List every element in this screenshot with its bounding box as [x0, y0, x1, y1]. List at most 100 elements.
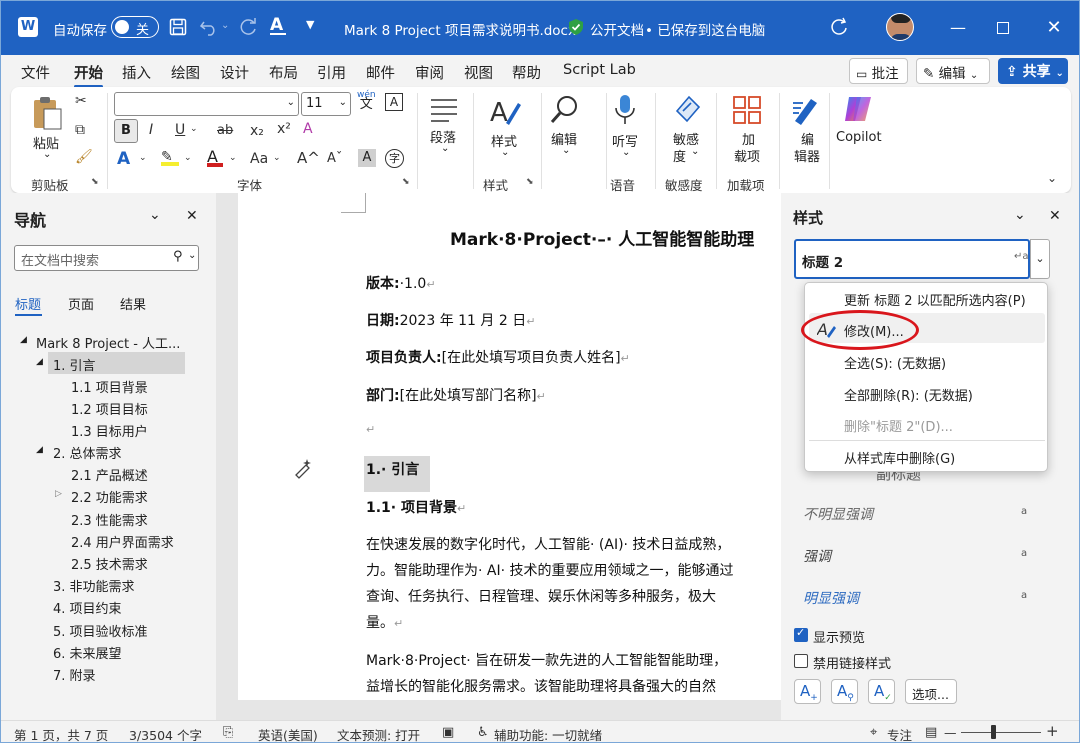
tab-insert[interactable]: 插入	[122, 62, 151, 83]
show-preview-checkbox[interactable]: ✓	[794, 626, 808, 642]
paragraph-icon[interactable]	[429, 97, 459, 123]
manage-styles-button[interactable]: A✓	[868, 679, 895, 704]
nav-item[interactable]: 4. 项目约束	[53, 598, 122, 617]
read-mode-icon[interactable]: ▤	[925, 725, 937, 740]
font-color-quick-icon[interactable]: A	[270, 15, 286, 35]
tab-help[interactable]: 帮助	[512, 62, 541, 83]
autosave-toggle[interactable]: 关	[111, 16, 159, 38]
clear-formatting-icon[interactable]: A	[303, 121, 313, 137]
sensitivity-label-2[interactable]: 度	[673, 146, 686, 165]
tab-review[interactable]: 审阅	[415, 62, 444, 83]
change-case-button[interactable]: Aa	[250, 151, 268, 167]
styles-icon[interactable]: A	[488, 95, 522, 127]
underline-dropdown-icon[interactable]: ⌄	[190, 124, 198, 134]
accessibility-icon[interactable]: ♿	[477, 725, 489, 740]
accessibility-status[interactable]: 辅助功能: 一切就绪	[494, 725, 602, 742]
chevron-down-icon[interactable]: ⌄	[149, 207, 161, 223]
bold-button[interactable]: B	[114, 119, 138, 143]
style-item-subtle-emphasis[interactable]: 不明显强调	[803, 504, 873, 524]
language[interactable]: 英语(美国)	[258, 725, 318, 742]
word-count[interactable]: 3/3504 个字	[129, 725, 202, 742]
nav-item[interactable]: 2.4 用户界面需求	[71, 532, 174, 551]
maximize-button[interactable]	[990, 15, 1016, 41]
nav-item[interactable]: 2.1 产品概述	[71, 465, 148, 484]
nav-item[interactable]: 2.3 性能需求	[71, 510, 148, 529]
editor-label-2[interactable]: 辑器	[794, 146, 820, 165]
subscript-button[interactable]: x₂	[250, 123, 264, 139]
nav-item-root[interactable]: Mark 8 Project - 人工...	[36, 333, 180, 352]
collapse-arrow-icon[interactable]: ◢	[36, 357, 43, 367]
copy-icon[interactable]: ⧉	[75, 122, 85, 138]
editor-icon[interactable]	[791, 95, 821, 125]
collapse-arrow-icon[interactable]: ◢	[20, 335, 27, 345]
nav-tab-pages[interactable]: 页面	[68, 294, 94, 313]
format-painter-icon[interactable]: 🖌	[75, 149, 93, 165]
new-style-button[interactable]: A+	[794, 679, 821, 704]
redo-icon[interactable]	[239, 17, 259, 37]
style-dropdown-button[interactable]: ⌄	[1030, 239, 1050, 279]
nav-item[interactable]: 2. 总体需求	[53, 443, 122, 462]
underline-button[interactable]: U	[175, 122, 185, 138]
menu-item-remove-all[interactable]: 全部删除(R): (无数据)	[844, 385, 973, 404]
italic-button[interactable]: I	[149, 122, 153, 138]
tab-file[interactable]: 文件	[21, 62, 50, 83]
phonetic-guide-icon[interactable]: wén 文	[357, 90, 376, 111]
save-icon[interactable]	[169, 18, 187, 36]
zoom-slider-thumb[interactable]	[991, 725, 996, 739]
user-avatar[interactable]	[886, 13, 914, 41]
focus-icon[interactable]: ⌖	[870, 725, 877, 740]
expand-arrow-icon[interactable]: ▷	[55, 489, 62, 499]
nav-item[interactable]: 1.1 项目背景	[71, 377, 148, 396]
font-color-dropdown-icon[interactable]: ⌄	[229, 153, 237, 163]
text-prediction[interactable]: 文本预测: 打开	[337, 725, 420, 742]
nav-tab-results[interactable]: 结果	[120, 294, 146, 313]
nav-item[interactable]: 1.2 项目目标	[71, 399, 148, 418]
minimize-button[interactable]: —	[945, 15, 971, 41]
chevron-down-icon[interactable]: ⌄	[188, 250, 196, 261]
nav-search-input[interactable]: 在文档中搜索 ⚲ ⌄	[14, 245, 199, 271]
tab-view[interactable]: 视图	[464, 62, 493, 83]
paste-chevron-icon[interactable]: ⌄	[43, 149, 51, 160]
nav-item[interactable]: 5. 项目验收标准	[53, 621, 148, 640]
document-page[interactable]: Mark·8·Project·–· 人工智能智能助理 版本:·1.0↵ 日期:2…	[238, 193, 781, 700]
nav-item-intro[interactable]: 1. 引言	[53, 355, 96, 374]
tab-home[interactable]: 开始	[74, 62, 103, 88]
copilot-icon[interactable]	[841, 93, 875, 125]
focus-label[interactable]: 专注	[887, 725, 912, 742]
nav-item[interactable]: 6. 未来展望	[53, 643, 122, 662]
highlight-color-icon[interactable]: ✎	[161, 149, 179, 166]
font-size-box[interactable]: 11 ⌄	[301, 92, 351, 116]
nav-tab-headings[interactable]: 标题	[15, 294, 41, 313]
share-button[interactable]: ⇪ 共享 ⌄	[998, 58, 1068, 84]
current-style-box[interactable]: 标题 2 ↵a	[794, 239, 1030, 279]
character-border-icon[interactable]: A	[385, 93, 403, 111]
undo-dropdown-icon[interactable]: ⌄	[221, 20, 229, 31]
comments-button[interactable]: ▭ 批注	[849, 58, 908, 84]
enclose-characters-icon[interactable]: 字	[385, 149, 404, 168]
microphone-icon[interactable]	[613, 93, 637, 127]
editing-chevron-icon[interactable]: ⌄	[562, 145, 570, 156]
proofing-icon[interactable]: ⎘	[223, 725, 233, 740]
copilot-label[interactable]: Copilot	[836, 130, 882, 145]
clipboard-launcher-icon[interactable]: ⬊	[91, 177, 99, 187]
font-launcher-icon[interactable]: ⬊	[402, 177, 410, 187]
nav-item[interactable]: 1.3 目标用户	[71, 421, 148, 440]
style-item-emphasis[interactable]: 强调	[803, 546, 831, 566]
page-count[interactable]: 第 1 页，共 7 页	[14, 725, 108, 742]
ribbon-collapse-icon[interactable]: ⌄	[1047, 171, 1057, 185]
editing-mode-button[interactable]: ✎ 编辑 ⌄	[916, 58, 990, 84]
magic-pen-icon[interactable]	[292, 457, 314, 479]
sensitivity-icon[interactable]	[673, 93, 703, 125]
shrink-font-button[interactable]: Aˇ	[327, 151, 342, 166]
menu-item-update-style[interactable]: 更新 标题 2 以匹配所选内容(P)	[844, 290, 1026, 309]
disable-linked-checkbox[interactable]	[794, 654, 808, 668]
coauthor-icon[interactable]	[829, 17, 849, 37]
close-icon[interactable]: ✕	[1049, 208, 1061, 224]
paste-icon[interactable]	[31, 95, 63, 131]
tab-design[interactable]: 设计	[220, 62, 249, 83]
addins-label-2[interactable]: 载项	[734, 146, 760, 165]
character-shading-icon[interactable]: A	[358, 149, 376, 167]
style-inspector-button[interactable]: A⚲	[831, 679, 858, 704]
styles-chevron-icon[interactable]: ⌄	[501, 147, 509, 158]
find-icon[interactable]	[549, 93, 581, 125]
